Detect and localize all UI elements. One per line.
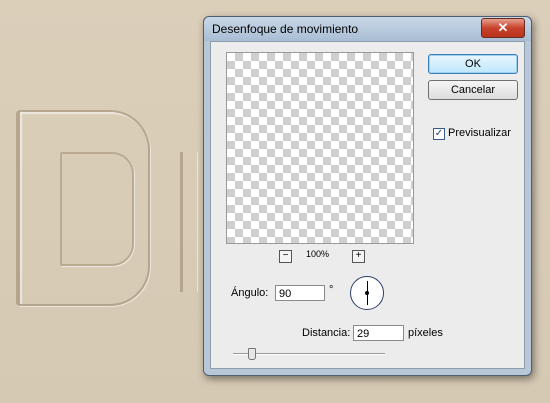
preview-checkbox-label: Previsualizar — [448, 127, 511, 139]
plus-icon: + — [355, 250, 362, 261]
distance-input[interactable]: 29 — [353, 325, 404, 341]
zoom-level: 100% — [306, 249, 330, 259]
dialog-content: − 100% + OK Cancelar ✓ Previsualizar Áng… — [210, 41, 525, 369]
checkmark-icon: ✓ — [434, 128, 444, 139]
angle-label: Ángulo: — [231, 287, 269, 299]
cancel-button[interactable]: Cancelar — [428, 80, 518, 100]
angle-unit: ° — [329, 284, 334, 296]
dialog-title: Desenfoque de movimiento — [212, 22, 359, 36]
embossed-letter-stroke — [180, 152, 197, 292]
title-bar[interactable]: Desenfoque de movimiento ✕ — [204, 17, 531, 41]
preview-area[interactable] — [226, 52, 414, 244]
close-icon: ✕ — [497, 20, 509, 35]
zoom-in-button[interactable]: + — [352, 250, 365, 263]
close-button[interactable]: ✕ — [481, 18, 525, 38]
distance-label: Distancia: — [302, 327, 351, 339]
angle-input[interactable]: 90 — [275, 285, 325, 301]
ok-button[interactable]: OK — [428, 54, 518, 74]
embossed-letter-d-inner — [60, 152, 134, 266]
angle-dial[interactable] — [350, 276, 384, 310]
motion-blur-dialog: Desenfoque de movimiento ✕ − 100% + OK C… — [203, 16, 532, 376]
minus-icon: − — [282, 250, 289, 261]
distance-slider-thumb[interactable] — [248, 348, 256, 360]
zoom-out-button[interactable]: − — [279, 250, 292, 263]
preview-checkbox[interactable]: ✓ — [433, 128, 445, 140]
distance-unit: píxeles — [408, 327, 443, 339]
angle-dial-center — [365, 291, 369, 295]
